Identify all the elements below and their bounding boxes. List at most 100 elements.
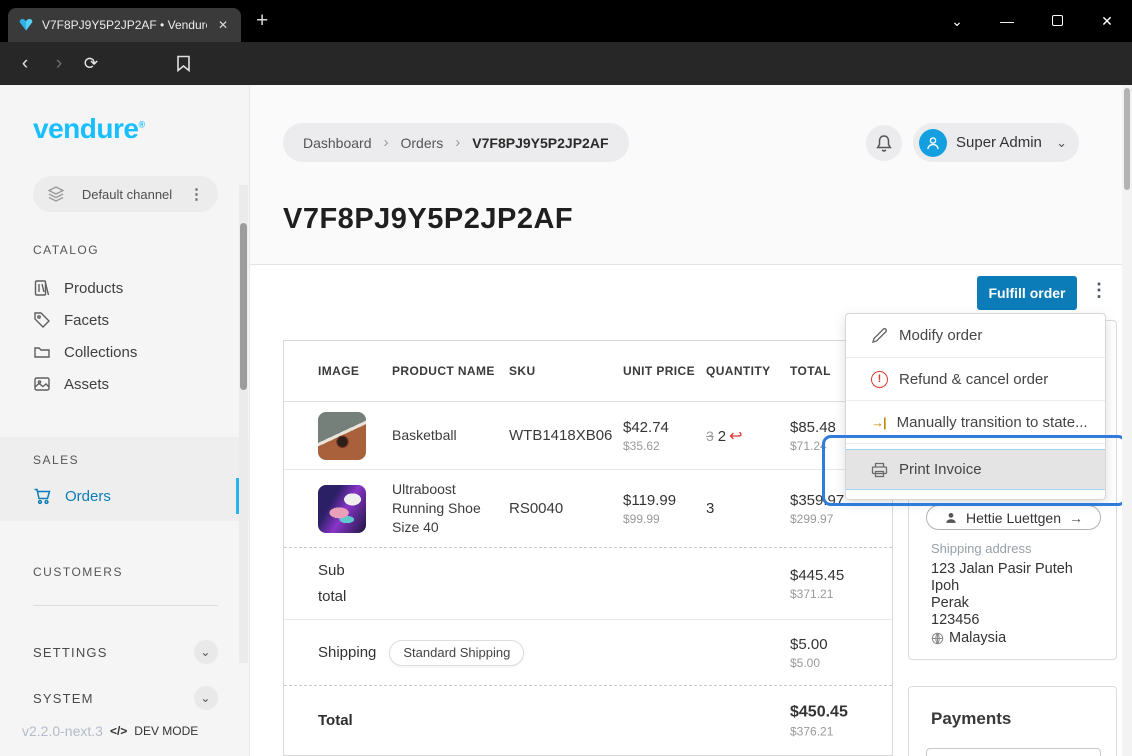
unit-price: $42.74 (623, 419, 706, 436)
product-image-shoe[interactable] (318, 485, 366, 533)
col-header-product-name: PRODUCT NAME (392, 364, 509, 378)
shipping-address-label: Shipping address (931, 541, 1031, 556)
sidebar-group-settings[interactable]: SETTINGS ⌄ (33, 637, 218, 667)
col-header-quantity: QUANTITY (706, 364, 790, 378)
forward-button: › (44, 42, 74, 85)
sidebar-item-label: Collections (64, 344, 137, 361)
channel-selector[interactable]: Default channel ⋮ (33, 176, 218, 212)
tab-search-icon[interactable]: ⌄ (932, 13, 982, 30)
order-lines-table: IMAGE PRODUCT NAME SKU UNIT PRICE QUANTI… (283, 340, 893, 756)
table-row: Ultraboost Running Shoe Size 40 RS0040 $… (284, 470, 892, 548)
line-total-net: $299.97 (790, 512, 892, 526)
sidebar-item-label: Assets (64, 376, 109, 393)
order-actions-kebab-icon[interactable]: ⋮ (1090, 280, 1108, 301)
menu-item-modify-order[interactable]: Modify order (846, 314, 1105, 357)
chevron-down-icon: ⌄ (1056, 135, 1067, 151)
tab-title: V7F8PJ9Y5P2JP2AF • Vendure (42, 18, 207, 32)
shipping-net: $5.00 (790, 656, 828, 670)
customer-link[interactable]: Hettie Luettgen → (926, 505, 1101, 530)
address-line: Perak (931, 595, 1073, 612)
address-line: Ipoh (931, 578, 1073, 595)
sidebar-group-system[interactable]: SYSTEM ⌄ (33, 683, 218, 713)
highlight-annotation-box (822, 435, 1127, 506)
globe-icon (931, 632, 944, 645)
shipping-address: 123 Jalan Pasir Puteh Ipoh Perak 123456 … (931, 561, 1073, 647)
browser-toolbar: ‹ › ⟳ i localhost:3000/admin/orders/3 ⤴ … (0, 42, 1132, 85)
warning-circle-icon: ! (871, 371, 888, 388)
unit-price: $119.99 (623, 492, 706, 509)
page-scrollbar-thumb[interactable] (1124, 88, 1130, 190)
vendure-favicon-icon (18, 17, 34, 33)
address-line: 123456 (931, 612, 1073, 629)
shipping-row: Shipping Standard Shipping $5.00$5.00 (284, 620, 892, 686)
tab-close-icon[interactable]: ✕ (215, 18, 231, 32)
breadcrumb-current: V7F8PJ9Y5P2JP2AF (472, 135, 608, 151)
registered-mark: ® (138, 120, 144, 130)
minimize-button[interactable]: — (982, 13, 1032, 29)
system-label: SYSTEM (33, 691, 94, 706)
table-row: Basketball WTB1418XB06 $42.74$35.62 32↩ … (284, 402, 892, 470)
total-label: Total (318, 712, 353, 729)
breadcrumb-separator-icon: › (455, 134, 460, 151)
browser-tab[interactable]: V7F8PJ9Y5P2JP2AF • Vendure ✕ (8, 8, 241, 42)
menu-item-refund-cancel[interactable]: ! Refund & cancel order (846, 357, 1105, 400)
payments-title: Payments (931, 709, 1011, 729)
subtotal-label: Sub total (318, 558, 364, 610)
orders-cart-icon (33, 487, 52, 506)
sidebar-item-collections[interactable]: Collections (33, 336, 137, 368)
country: Malaysia (949, 630, 1006, 647)
breadcrumb-orders[interactable]: Orders (401, 135, 444, 151)
maximize-button[interactable] (1032, 13, 1082, 29)
user-avatar (919, 129, 947, 157)
quantity-old: 3 (706, 428, 714, 444)
bookmark-icon[interactable] (168, 42, 198, 85)
user-name: Super Admin (956, 134, 1047, 151)
fulfill-order-button[interactable]: Fulfill order (977, 276, 1077, 310)
col-header-sku: SKU (509, 364, 623, 378)
maximize-icon (1052, 15, 1063, 26)
sidebar-item-facets[interactable]: Facets (33, 304, 109, 336)
channel-kebab-icon[interactable]: ⋮ (189, 185, 204, 203)
col-header-unit-price: UNIT PRICE (623, 364, 706, 378)
section-sales: SALES (33, 453, 79, 467)
back-button[interactable]: ‹ (10, 42, 40, 85)
collections-folder-icon (33, 343, 51, 361)
product-sku: WTB1418XB06 (509, 427, 623, 444)
shipping-method-chip[interactable]: Standard Shipping (389, 640, 524, 666)
close-window-button[interactable]: ✕ (1082, 13, 1132, 30)
refresh-button[interactable]: ⟳ (76, 42, 106, 85)
transition-state-icon: →| (871, 415, 886, 430)
sidebar-footer: v2.2.0-next.3 </> DEV MODE (22, 723, 198, 739)
product-name: Basketball (392, 426, 492, 445)
content-header (250, 85, 1122, 265)
col-header-image: IMAGE (284, 364, 392, 378)
payment-action-button[interactable] (926, 748, 1101, 756)
payments-card: Payments (908, 686, 1117, 756)
page-scrollbar-track[interactable] (1122, 85, 1132, 756)
user-menu[interactable]: Super Admin ⌄ (913, 123, 1079, 162)
section-catalog: CATALOG (33, 243, 99, 257)
shipping-label: Shipping (318, 644, 376, 661)
app-sidebar: vendure® Default channel ⋮ CATALOG Produ… (0, 85, 250, 756)
sidebar-item-products[interactable]: Products (33, 272, 123, 304)
total-net: $376.21 (790, 724, 848, 738)
chevron-down-icon[interactable]: ⌄ (194, 640, 218, 664)
sidebar-item-label: Orders (65, 488, 111, 505)
person-icon (925, 135, 941, 151)
sidebar-item-assets[interactable]: Assets (33, 368, 109, 400)
app-version: v2.2.0-next.3 (22, 723, 103, 739)
arrow-right-icon: → (1069, 510, 1083, 526)
vendure-logo[interactable]: vendure® (33, 113, 145, 145)
breadcrumb-dashboard[interactable]: Dashboard (303, 135, 372, 151)
product-image-basketball[interactable] (318, 412, 366, 460)
new-tab-button[interactable]: + (256, 9, 268, 33)
sidebar-scrollbar-thumb[interactable] (240, 223, 247, 390)
browser-titlebar: V7F8PJ9Y5P2JP2AF • Vendure ✕ + ⌄ — ✕ (0, 0, 1132, 42)
notifications-button[interactable] (866, 125, 902, 161)
subtotal-net: $371.21 (790, 587, 844, 601)
chevron-down-icon[interactable]: ⌄ (194, 686, 218, 710)
sidebar-item-orders[interactable]: Orders (33, 480, 111, 512)
section-customers: CUSTOMERS (33, 565, 123, 579)
product-name: Ultraboost Running Shoe Size 40 (392, 480, 492, 537)
quantity: 3 (706, 500, 714, 517)
